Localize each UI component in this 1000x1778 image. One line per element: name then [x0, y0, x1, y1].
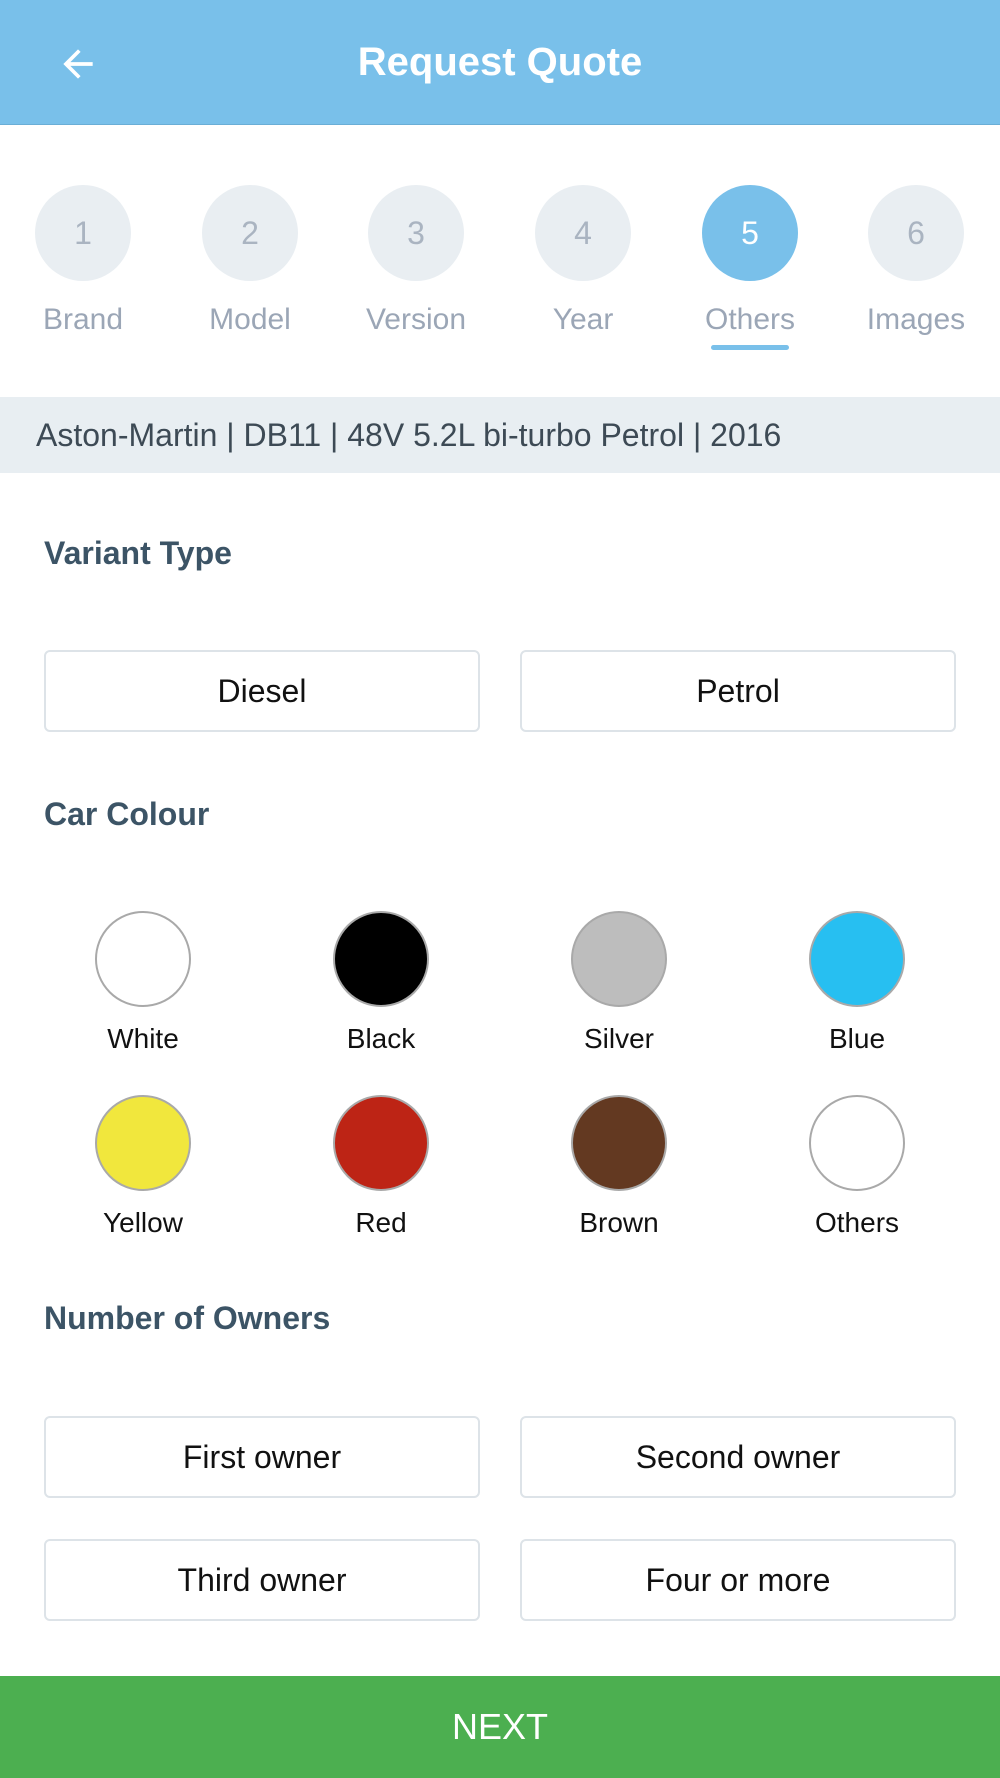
colour-label: Black [346, 1023, 416, 1054]
step-number: 3 [368, 185, 464, 281]
step-label: Others [704, 303, 796, 336]
colour-blue[interactable]: Blue [757, 911, 957, 1055]
colour-swatch [333, 911, 429, 1007]
vehicle-summary: Aston-Martin | DB11 | 48V 5.2L bi-turbo … [0, 397, 1000, 473]
first-owner-button[interactable]: First owner [44, 1416, 480, 1498]
step-number: 4 [535, 185, 631, 281]
four-or-more-button[interactable]: Four or more [520, 1539, 956, 1621]
step-version[interactable]: 3 Version [346, 185, 486, 337]
car-colour-title: Car Colour [44, 796, 210, 832]
step-number: 1 [35, 185, 131, 281]
colour-label: Yellow [103, 1207, 183, 1238]
step-indicator: 1 Brand 2 Model 3 Version 4 Year 5 Other… [0, 125, 1000, 397]
active-step-underline [711, 345, 789, 350]
colour-label: Silver [583, 1023, 654, 1054]
owners-title: Number of Owners [44, 1300, 331, 1336]
colour-label: Red [355, 1207, 407, 1238]
arrow-left-icon [63, 49, 93, 79]
colour-brown[interactable]: Brown [519, 1095, 719, 1239]
step-label: Brand [42, 303, 124, 336]
diesel-button[interactable]: Diesel [44, 650, 480, 732]
step-brand[interactable]: 1 Brand [13, 185, 153, 337]
step-others[interactable]: 5 Others [680, 185, 820, 350]
colour-yellow[interactable]: Yellow [43, 1095, 243, 1239]
page-title: Request Quote [357, 40, 643, 84]
colour-red[interactable]: Red [281, 1095, 481, 1239]
step-label: Version [365, 303, 467, 336]
colour-swatch [571, 911, 667, 1007]
third-owner-button[interactable]: Third owner [44, 1539, 480, 1621]
petrol-button[interactable]: Petrol [520, 650, 956, 732]
colour-swatch [333, 1095, 429, 1191]
step-label: Year [552, 303, 614, 336]
second-owner-button[interactable]: Second owner [520, 1416, 956, 1498]
colour-swatch [95, 911, 191, 1007]
step-number: 6 [868, 185, 964, 281]
colour-silver[interactable]: Silver [519, 911, 719, 1055]
variant-type-title: Variant Type [44, 535, 232, 571]
next-button[interactable]: NEXT [0, 1676, 1000, 1778]
step-label: Images [866, 303, 966, 336]
colour-swatch [95, 1095, 191, 1191]
app-bar: Request Quote [0, 0, 1000, 125]
colour-others[interactable]: Others [757, 1095, 957, 1239]
step-model[interactable]: 2 Model [180, 185, 320, 337]
step-number: 5 [702, 185, 798, 281]
colour-label: Brown [579, 1207, 659, 1238]
colour-black[interactable]: Black [281, 911, 481, 1055]
colour-swatch [809, 911, 905, 1007]
step-year[interactable]: 4 Year [513, 185, 653, 337]
colour-label: Others [814, 1207, 900, 1238]
colour-label: White [107, 1023, 179, 1054]
colour-swatch [571, 1095, 667, 1191]
step-number: 2 [202, 185, 298, 281]
step-label: Model [209, 303, 291, 336]
colour-white[interactable]: White [43, 911, 243, 1055]
colour-label: Blue [828, 1023, 886, 1054]
step-images[interactable]: 6 Images [846, 185, 986, 337]
back-button[interactable] [50, 36, 106, 92]
colour-swatch [809, 1095, 905, 1191]
